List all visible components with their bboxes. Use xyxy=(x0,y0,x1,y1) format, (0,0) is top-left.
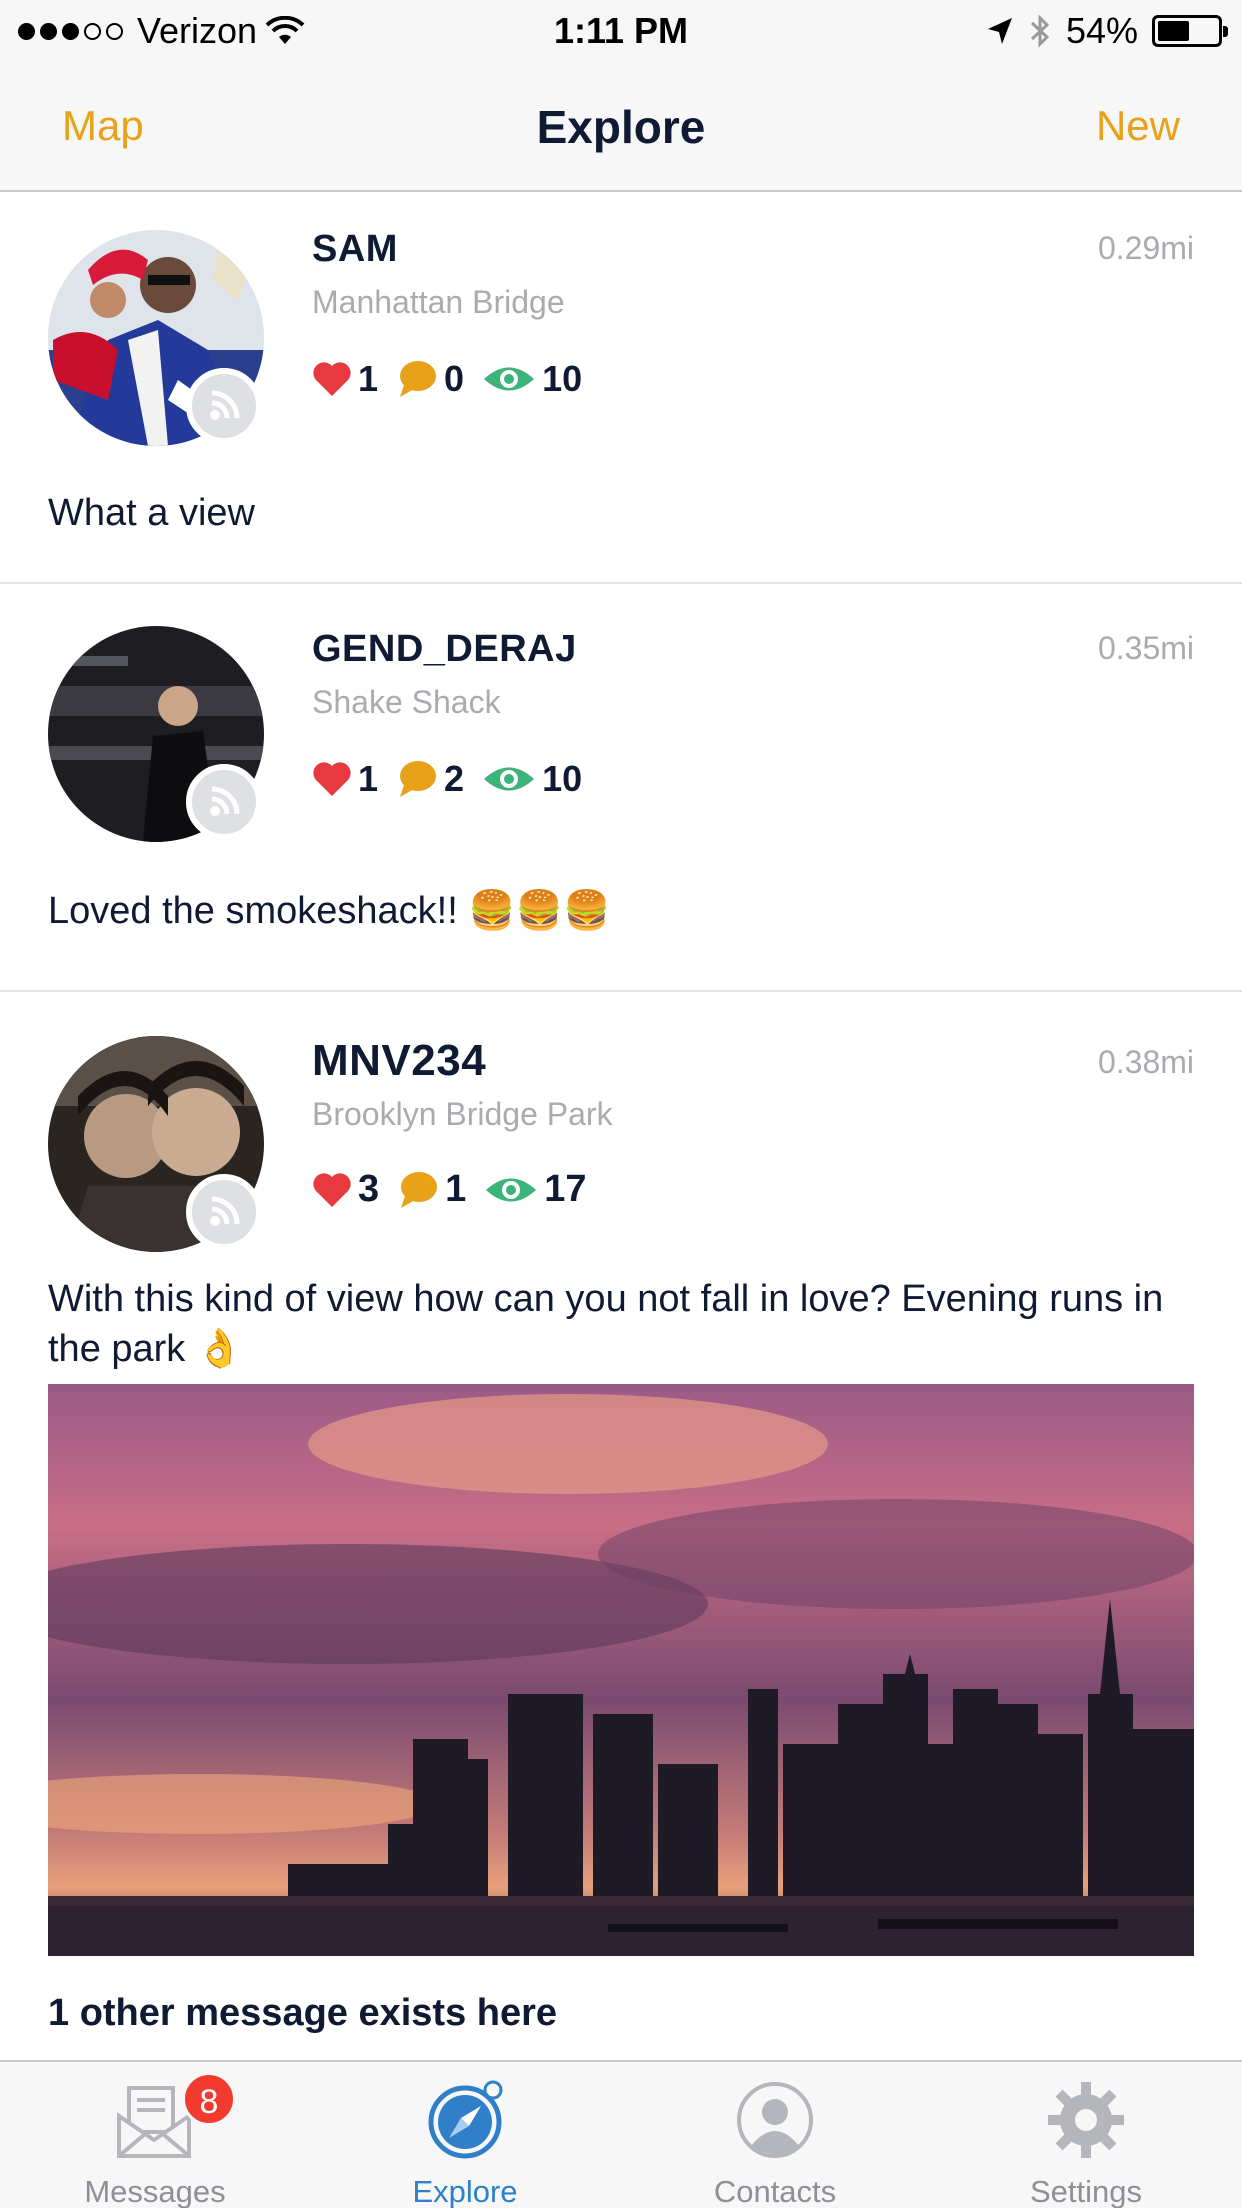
location-arrow-icon xyxy=(987,18,1012,44)
comment-bubble-icon xyxy=(400,761,437,797)
post-username[interactable]: SAM xyxy=(312,228,398,271)
post-username[interactable]: GEND_DERAJ xyxy=(312,628,577,671)
post-distance: 0.35mi xyxy=(1097,630,1194,666)
battery-icon xyxy=(1152,15,1228,47)
comments-count: 1 xyxy=(445,1168,467,1210)
post-place[interactable]: Manhattan Bridge xyxy=(312,284,565,321)
comments-stat[interactable]: 1 xyxy=(397,1168,466,1211)
battery-percent: 54% xyxy=(1065,10,1138,51)
avatar[interactable] xyxy=(48,626,264,842)
post-message: Loved the smokeshack!! 🍔🍔🍔 xyxy=(48,890,611,932)
comments-count: 2 xyxy=(444,758,465,799)
tab-bar: 8 Messages Explore Contacts Settings xyxy=(0,2060,1242,2208)
post-message: With this kind of view how can you not f… xyxy=(48,1278,1164,1370)
feed-icon xyxy=(186,764,262,840)
skyline-sunset-image xyxy=(48,1384,1194,1956)
views-count: 10 xyxy=(542,758,583,799)
explore-feed: SAM 0.29mi Manhattan Bridge 1 0 10 What … xyxy=(0,192,1242,2056)
eye-icon xyxy=(484,767,535,791)
post-stats: 1 0 10 xyxy=(312,358,590,400)
feed-icon xyxy=(186,1174,262,1250)
unread-badge: 8 xyxy=(182,2072,236,2126)
navigation-bar: Map Explore New xyxy=(0,62,1242,192)
views-count: 17 xyxy=(544,1168,587,1210)
heart-icon xyxy=(313,1172,351,1207)
tab-label: Contacts xyxy=(713,2174,837,2208)
views-stat: 10 xyxy=(482,358,582,400)
post-stats: 3 1 17 xyxy=(312,1168,595,1211)
post-distance: 0.29mi xyxy=(1097,230,1194,266)
feed-icon xyxy=(186,368,262,444)
person-icon xyxy=(737,2082,813,2158)
likes-count: 1 xyxy=(358,758,379,799)
tab-explore[interactable]: Explore xyxy=(310,2062,620,2208)
eye-icon xyxy=(486,1178,537,1201)
comments-stat[interactable]: 0 xyxy=(396,358,464,400)
avatar[interactable] xyxy=(48,230,264,446)
post-photo[interactable] xyxy=(48,1384,1194,1956)
tab-label: Settings xyxy=(1029,2174,1142,2208)
other-messages-link[interactable]: 1 other message exists here xyxy=(48,1992,557,2035)
tab-messages[interactable]: 8 Messages xyxy=(0,2062,310,2208)
post-message: What a view xyxy=(48,492,255,534)
views-stat: 10 xyxy=(482,758,582,800)
likes-count: 3 xyxy=(358,1168,380,1210)
comment-bubble-icon xyxy=(400,361,437,397)
post-username[interactable]: MNV234 xyxy=(312,1036,486,1086)
feed-post[interactable]: GEND_DERAJ 0.35mi Shake Shack 1 2 10 Lov… xyxy=(0,584,1242,992)
comment-bubble-icon xyxy=(401,1171,438,1208)
tab-settings[interactable]: Settings xyxy=(930,2062,1242,2208)
feed-post[interactable]: SAM 0.29mi Manhattan Bridge 1 0 10 What … xyxy=(0,192,1242,584)
post-place[interactable]: Shake Shack xyxy=(312,684,501,721)
likes-stat[interactable]: 1 xyxy=(312,358,378,400)
tab-contacts[interactable]: Contacts xyxy=(620,2062,930,2208)
status-bar: Verizon 1:11 PM 54% xyxy=(0,0,1242,62)
likes-count: 1 xyxy=(358,358,379,399)
page-title: Explore xyxy=(536,101,706,153)
comments-count: 0 xyxy=(444,358,465,399)
new-button[interactable]: New xyxy=(1096,102,1180,150)
post-distance: 0.38mi xyxy=(1097,1044,1194,1080)
comments-stat[interactable]: 2 xyxy=(396,758,464,800)
status-indicators: 54% xyxy=(986,10,1228,52)
tab-label: Explore xyxy=(412,2174,518,2208)
heart-icon xyxy=(313,362,351,396)
heart-icon xyxy=(313,762,351,796)
views-count: 10 xyxy=(542,358,583,399)
likes-stat[interactable]: 1 xyxy=(312,758,378,800)
likes-stat[interactable]: 3 xyxy=(312,1168,379,1211)
gear-icon xyxy=(1048,2082,1124,2158)
post-place[interactable]: Brooklyn Bridge Park xyxy=(312,1096,613,1133)
compass-icon xyxy=(428,2080,503,2159)
tab-label: Messages xyxy=(84,2174,226,2208)
eye-icon xyxy=(484,367,535,391)
feed-post[interactable]: MNV234 0.38mi Brooklyn Bridge Park 3 1 1… xyxy=(0,992,1242,2056)
post-stats: 1 2 10 xyxy=(312,758,590,800)
views-stat: 17 xyxy=(484,1168,587,1211)
bluetooth-icon xyxy=(1030,14,1050,48)
avatar[interactable] xyxy=(48,1036,264,1252)
